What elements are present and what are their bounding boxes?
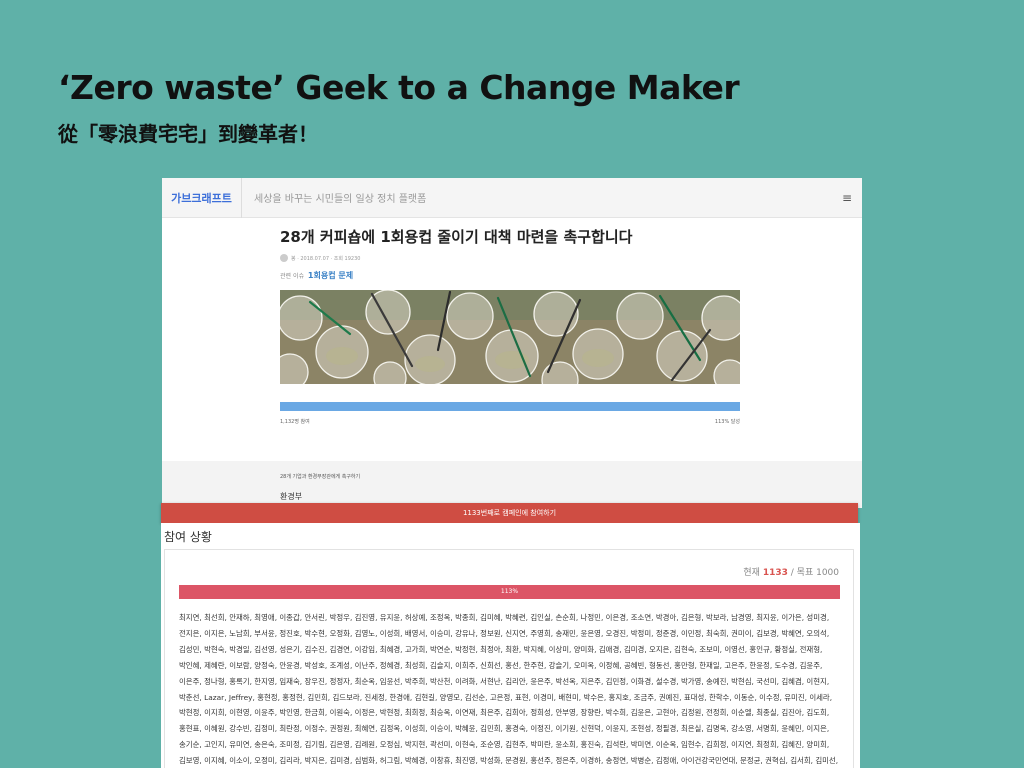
campaign-progress-bar — [280, 402, 740, 411]
author-avatar — [280, 254, 288, 262]
campaign-target-section: 28개 기업과 환경부장관에게 촉구하기 환경부 — [162, 461, 862, 508]
current-label: 현재 — [743, 568, 760, 578]
progress-stats: 1,132명 참여 113% 달성 — [280, 418, 740, 425]
participation-progress-bar: 113% — [179, 585, 840, 599]
participation-panel: 현재 1133 / 목표 1000 113% 최지연, 최선희, 안재하, 최영… — [164, 549, 854, 768]
campaign-article: 28개 커피숍에 1회용컵 줄이기 대책 마련을 촉구합니다 봉 · 2018.… — [280, 226, 740, 425]
target-name: 환경부 — [280, 492, 303, 501]
participant-names: 최지연, 최선희, 안재하, 최영애, 이종갑, 안서린, 박정우, 김진영, … — [179, 613, 839, 766]
plastic-cups-photo — [280, 290, 740, 384]
target-label: 28개 기업과 환경부장관에게 촉구하기 — [280, 474, 361, 480]
brand-logo[interactable]: 가브크래프트 — [162, 178, 242, 218]
participation-heading: 참여 상황 — [164, 530, 212, 544]
related-issue-link[interactable]: 1회용컵 문제 — [308, 271, 353, 280]
hamburger-icon[interactable]: ≡ — [832, 191, 862, 205]
achievement-rate: 113% 달성 — [714, 419, 740, 425]
join-campaign-button[interactable]: 1133번째로 캠페인에 참여하기 — [161, 503, 858, 523]
site-tagline: 세상을 바꾸는 시민들의 일상 정치 플랫폼 — [254, 194, 427, 205]
participation-status-screenshot: 참여 상황 현재 1133 / 목표 1000 113% 최지연, 최선희, 안… — [161, 523, 860, 768]
site-header: 가브크래프트 세상을 바꾸는 시민들의 일상 정치 플랫폼 ≡ — [162, 178, 862, 218]
current-count: 1133 — [762, 568, 788, 578]
participant-count: 1,132명 참여 — [280, 419, 310, 425]
campaign-progress-fill — [280, 402, 740, 411]
related-issue: 관련 이슈 1회용컵 문제 — [280, 270, 740, 281]
post-meta-text: 봉 · 2018.07.07 · 조회 19230 — [291, 255, 361, 262]
slide-subtitle: 從「零浪費宅宅」到變革者！ — [58, 122, 318, 146]
plastic-cups-illustration — [280, 290, 740, 384]
related-issue-label: 관련 이슈 — [280, 273, 304, 280]
participation-count: 현재 1133 / 목표 1000 — [743, 565, 839, 578]
slide-title: ‘Zero waste’ Geek to a Change Maker — [58, 68, 740, 107]
campaign-page-screenshot: 가브크래프트 세상을 바꾸는 시민들의 일상 정치 플랫폼 ≡ 28개 커피숍에… — [162, 178, 862, 508]
campaign-title: 28개 커피숍에 1회용컵 줄이기 대책 마련을 촉구합니다 — [280, 228, 633, 246]
goal-text: / 목표 1000 — [790, 568, 839, 578]
post-meta: 봉 · 2018.07.07 · 조회 19230 — [280, 254, 740, 262]
